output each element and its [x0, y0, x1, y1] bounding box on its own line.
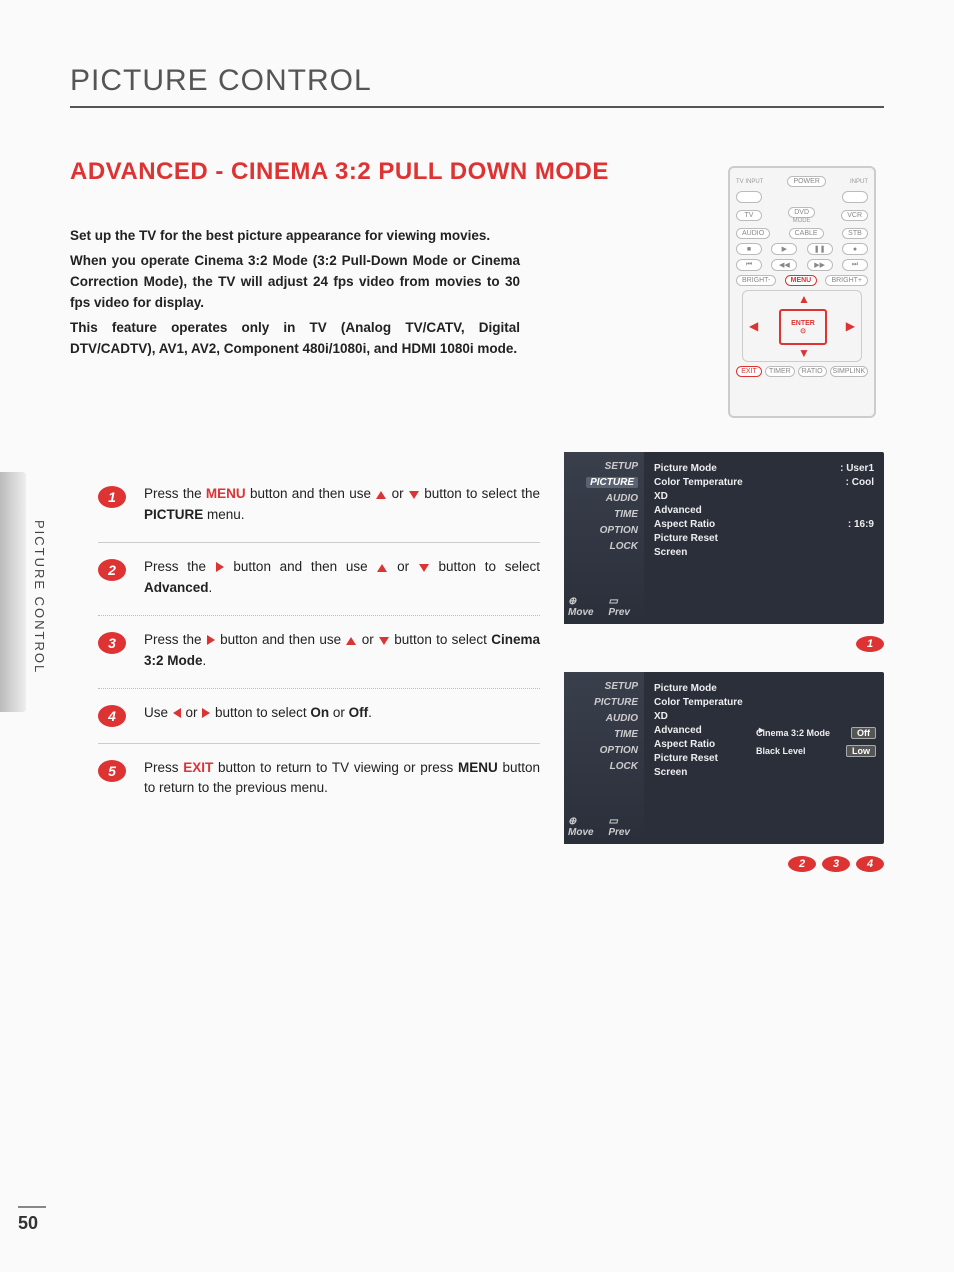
forward-button[interactable]: ▶▶: [807, 259, 833, 271]
step-5: 5 Press EXIT button to return to TV view…: [98, 744, 540, 816]
osd-side-time[interactable]: TIME: [614, 729, 638, 740]
input-button[interactable]: [842, 191, 868, 203]
up-arrow-icon: [377, 564, 387, 572]
enter-button[interactable]: ENTER⊙: [779, 309, 827, 345]
menu-button[interactable]: MENU: [785, 275, 818, 286]
osd-side-setup[interactable]: SETUP: [605, 461, 638, 472]
step-5-text: Press EXIT button to return to TV viewin…: [144, 758, 540, 800]
osd-main: Picture Mode: User1 Color Temperature: C…: [644, 452, 884, 624]
page-title: PICTURE CONTROL: [70, 64, 884, 108]
osd-side-picture[interactable]: PICTURE: [586, 477, 638, 488]
osd-side-lock[interactable]: LOCK: [610, 541, 638, 552]
osd2-ref: 2 3 4: [788, 856, 884, 872]
right-arrow-icon: [216, 562, 224, 572]
osd-footer: ⊕ Move▭ Prev: [568, 596, 640, 618]
black-level-value: Low: [846, 745, 876, 757]
osd-sidebar: SETUP PICTURE AUDIO TIME OPTION LOCK ⊕ M…: [564, 452, 644, 624]
down-arrow-icon: [379, 637, 389, 645]
dpad: ▲ ▼ ◀ ▶ ENTER⊙: [742, 290, 862, 362]
skip-back-button[interactable]: ⏮: [736, 259, 762, 271]
rec-button[interactable]: ●: [842, 243, 868, 255]
remote-control: TV INPUT POWER INPUT TV DVDMODE VCR AUDI…: [728, 166, 876, 418]
osd-side-audio[interactable]: AUDIO: [606, 493, 638, 504]
step-2: 2 Press the button and then use or butto…: [98, 543, 540, 616]
osd-sidebar: SETUP PICTURE AUDIO TIME OPTION LOCK ⊕ M…: [564, 672, 644, 844]
side-tab-label: PICTURE CONTROL: [32, 520, 47, 674]
osd-side-audio[interactable]: AUDIO: [606, 713, 638, 724]
vcr-button[interactable]: VCR: [841, 210, 868, 221]
cable-button[interactable]: CABLE: [789, 228, 824, 239]
sub-cinema-row[interactable]: Cinema 3:2 Mode Off: [756, 727, 876, 739]
intro-p2: When you operate Cinema 3:2 Mode (3:2 Pu…: [70, 251, 520, 314]
audio-button[interactable]: AUDIO: [736, 228, 770, 239]
step-3: 3 Press the button and then use or butto…: [98, 616, 540, 689]
osd-menu-1: SETUP PICTURE AUDIO TIME OPTION LOCK ⊕ M…: [564, 452, 884, 624]
tv-input-label: TV INPUT: [736, 179, 763, 185]
tv-input-button[interactable]: [736, 191, 762, 203]
step-4-text: Use or button to select On or Off.: [144, 703, 540, 724]
cinema-value: Off: [851, 727, 876, 739]
step-4: 4 Use or button to select On or Off.: [98, 689, 540, 744]
step-num-4: 4: [98, 705, 126, 727]
rewind-button[interactable]: ◀◀: [771, 259, 797, 271]
step-num-5: 5: [98, 760, 126, 782]
osd-side-setup[interactable]: SETUP: [605, 681, 638, 692]
ratio-button[interactable]: RATIO: [798, 366, 827, 377]
bright-minus-button[interactable]: BRIGHT-: [736, 275, 776, 286]
step-num-3: 3: [98, 632, 126, 654]
ref-badge-3: 3: [822, 856, 850, 872]
stop-button[interactable]: ■: [736, 243, 762, 255]
down-arrow-icon: [419, 564, 429, 572]
step-num-1: 1: [98, 486, 126, 508]
osd-side-option[interactable]: OPTION: [600, 525, 638, 536]
up-arrow-icon: [376, 491, 386, 499]
step-3-text: Press the button and then use or button …: [144, 630, 540, 672]
tv-button[interactable]: TV: [736, 210, 762, 221]
right-arrow-icon: [202, 708, 210, 718]
timer-button[interactable]: TIMER: [765, 366, 795, 377]
left-arrow-icon: [173, 708, 181, 718]
osd-side-option[interactable]: OPTION: [600, 745, 638, 756]
ref-badge-2: 2: [788, 856, 816, 872]
steps: 1 Press the MENU button and then use or …: [98, 470, 540, 815]
intro-p3: This feature operates only in TV (Analog…: [70, 318, 520, 360]
simplink-button[interactable]: SIMPLINK: [830, 366, 868, 377]
intro-text: Set up the TV for the best picture appea…: [70, 226, 520, 360]
osd-side-lock[interactable]: LOCK: [610, 761, 638, 772]
ref-badge-4: 4: [856, 856, 884, 872]
osd-footer: ⊕ Move▭ Prev: [568, 816, 640, 838]
exit-button[interactable]: EXIT: [736, 366, 762, 377]
input-label: INPUT: [850, 179, 868, 185]
dvd-button[interactable]: DVD: [788, 207, 815, 218]
up-arrow-icon: [346, 637, 356, 645]
osd1-ref: 1: [856, 636, 884, 652]
skip-fwd-button[interactable]: ⏭: [842, 259, 868, 271]
osd-main: Picture Mode Color Temperature XD Advanc…: [644, 672, 884, 844]
down-arrow-icon: [409, 491, 419, 499]
intro-p1: Set up the TV for the best picture appea…: [70, 226, 520, 247]
step-1: 1 Press the MENU button and then use or …: [98, 470, 540, 543]
bright-plus-button[interactable]: BRIGHT+: [825, 275, 868, 286]
pause-button[interactable]: ❚❚: [807, 243, 833, 255]
sub-black-row[interactable]: Black Level Low: [756, 745, 876, 757]
step-num-2: 2: [98, 559, 126, 581]
dpad-left-icon[interactable]: ◀: [749, 319, 758, 333]
dpad-down-icon[interactable]: ▼: [798, 346, 810, 360]
osd-side-time[interactable]: TIME: [614, 509, 638, 520]
step-1-text: Press the MENU button and then use or bu…: [144, 484, 540, 526]
stb-button[interactable]: STB: [842, 228, 868, 239]
right-arrow-icon: [207, 635, 215, 645]
dpad-right-icon[interactable]: ▶: [846, 319, 855, 333]
side-tab: [0, 472, 26, 712]
osd-side-picture[interactable]: PICTURE: [594, 697, 638, 708]
power-button[interactable]: POWER: [787, 176, 825, 187]
page-number: 50: [18, 1213, 38, 1234]
page-number-rule: [18, 1206, 46, 1208]
osd-submenu: Cinema 3:2 Mode Off Black Level Low: [756, 727, 876, 763]
step-2-text: Press the button and then use or button …: [144, 557, 540, 599]
osd-menu-2: SETUP PICTURE AUDIO TIME OPTION LOCK ⊕ M…: [564, 672, 884, 844]
ref-badge-1: 1: [856, 636, 884, 652]
dpad-up-icon[interactable]: ▲: [798, 292, 810, 306]
play-button[interactable]: ▶: [771, 243, 797, 255]
